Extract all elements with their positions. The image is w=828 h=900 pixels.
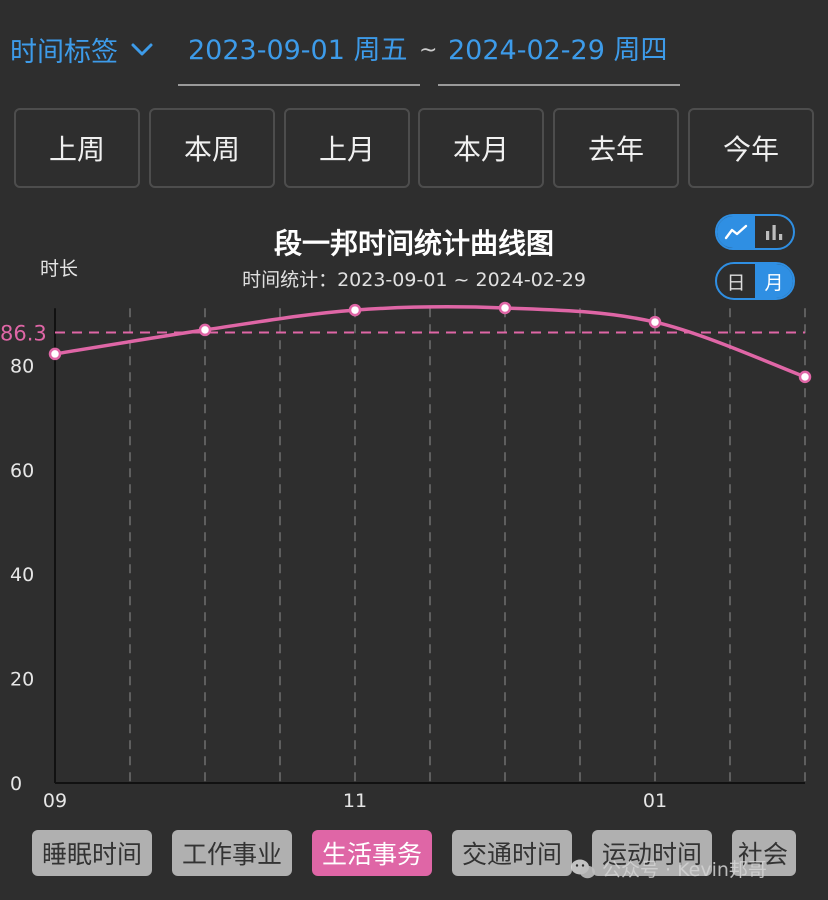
quick-range-this-month[interactable]: 本月 <box>418 108 544 188</box>
line-chart-button[interactable] <box>717 216 755 248</box>
data-point <box>498 301 512 315</box>
chart-title: 段一邦时间统计曲线图 <box>273 227 554 260</box>
y-tick-label: 80 <box>10 355 34 377</box>
time-tag-label: 时间标签 <box>10 37 118 68</box>
quick-range-this-year[interactable]: 今年 <box>688 108 814 188</box>
data-point <box>648 315 662 329</box>
y-tick-label: 20 <box>10 669 34 691</box>
data-point <box>198 323 212 337</box>
x-tick-label: 09 <box>43 790 67 812</box>
bar-chart-button[interactable] <box>755 216 793 248</box>
data-point <box>348 303 362 317</box>
category-tab-work[interactable]: 工作事业 <box>172 830 292 876</box>
chart-type-toggle <box>715 214 795 250</box>
end-date-field[interactable]: 2024-02-29 周四 <box>438 28 680 86</box>
date-filter-bar: 时间标签 2023-09-01 周五 ~ 2024-02-29 周四 <box>0 0 828 100</box>
start-date-field[interactable]: 2023-09-01 周五 <box>178 28 420 86</box>
wechat-icon <box>571 859 595 878</box>
x-tick-label: 11 <box>343 790 367 812</box>
data-point <box>48 347 62 361</box>
y-tick-label: 0 <box>10 773 22 795</box>
chart-subtitle: 时间统计：2023-09-01 ~ 2024-02-29 <box>242 269 586 291</box>
y-tick-label: 40 <box>10 564 34 586</box>
quick-range-this-week[interactable]: 本周 <box>149 108 275 188</box>
quick-range-last-year[interactable]: 去年 <box>553 108 679 188</box>
average-line-label: 86.3 <box>0 322 47 346</box>
category-tab-life-affairs[interactable]: 生活事务 <box>312 830 432 876</box>
x-tick-label: 01 <box>643 790 667 812</box>
y-tick-label: 60 <box>10 460 34 482</box>
data-point <box>798 370 812 384</box>
watermark-text: 公众号 · Kevin邦哥 <box>602 859 767 881</box>
watermark: 公众号 · Kevin邦哥 <box>570 855 767 882</box>
date-separator: ~ <box>419 38 438 63</box>
time-tag-dropdown[interactable]: 时间标签 <box>10 30 154 69</box>
category-tab-commute[interactable]: 交通时间 <box>452 830 572 876</box>
line-chart-icon <box>724 224 748 240</box>
category-tab-sleep[interactable]: 睡眠时间 <box>32 830 152 876</box>
line-chart: 0 20 40 60 80 09 11 01 86.3 <box>0 301 812 812</box>
chevron-down-icon <box>131 43 153 55</box>
quick-range-last-week[interactable]: 上周 <box>14 108 140 188</box>
y-axis-label: 时长 <box>40 258 79 280</box>
bar-chart-icon <box>766 225 783 240</box>
quick-range-last-month[interactable]: 上月 <box>284 108 410 188</box>
